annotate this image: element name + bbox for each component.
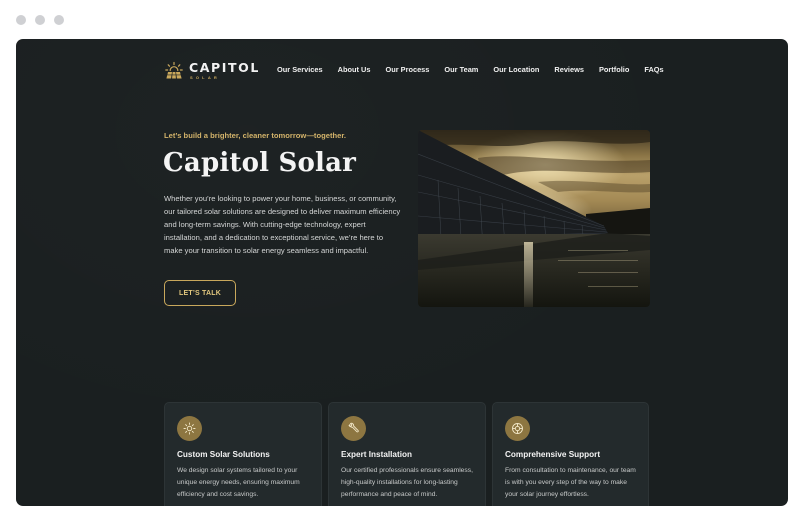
nav-reviews[interactable]: Reviews	[554, 65, 584, 74]
hero-tagline: Let’s build a brighter, cleaner tomorrow…	[164, 131, 346, 140]
window-maximize-dot[interactable]	[54, 15, 64, 25]
feature-card-expert-installation: Expert Installation Our certified profes…	[328, 402, 486, 506]
logo-title: CAPITOL	[189, 60, 260, 76]
logo[interactable]: CAPITOL SOLAR	[164, 61, 260, 81]
nav-our-team[interactable]: Our Team	[444, 65, 478, 74]
site-header: CAPITOL SOLAR Our Services About Us Our …	[164, 57, 664, 85]
nav-our-location[interactable]: Our Location	[493, 65, 539, 74]
solar-panel-sun-icon	[165, 61, 183, 79]
nav-faqs[interactable]: FAQs	[644, 65, 663, 74]
window-minimize-dot[interactable]	[35, 15, 45, 25]
feature-description: From consultation to maintenance, our te…	[505, 467, 636, 499]
wrench-icon	[341, 416, 366, 441]
features-section: Custom Solar Solutions We design solar s…	[164, 402, 649, 506]
feature-description: Our certified professionals ensure seaml…	[341, 467, 473, 499]
nav-about-us[interactable]: About Us	[338, 65, 371, 74]
sun-icon	[177, 416, 202, 441]
feature-description: We design solar systems tailored to your…	[177, 467, 300, 499]
hero-image	[418, 130, 650, 307]
logo-subtitle: SOLAR	[190, 74, 220, 80]
main-nav: Our Services About Us Our Process Our Te…	[277, 65, 664, 74]
feature-title: Comprehensive Support	[505, 450, 601, 459]
lets-talk-button[interactable]: LET’S TALK	[164, 280, 236, 306]
hero-title: Capitol Solar	[163, 148, 357, 178]
hero-description: Whether you’re looking to power your hom…	[164, 194, 401, 255]
nav-our-services[interactable]: Our Services	[277, 65, 323, 74]
feature-title: Custom Solar Solutions	[177, 450, 270, 459]
feature-card-custom-solar: Custom Solar Solutions We design solar s…	[164, 402, 322, 506]
nav-portfolio[interactable]: Portfolio	[599, 65, 629, 74]
window-controls	[16, 15, 64, 25]
feature-card-comprehensive-support: Comprehensive Support From consultation …	[492, 402, 649, 506]
browser-viewport: CAPITOL SOLAR Our Services About Us Our …	[16, 39, 788, 506]
window-close-dot[interactable]	[16, 15, 26, 25]
nav-our-process[interactable]: Our Process	[385, 65, 429, 74]
solar-panels-sunset-image	[418, 130, 650, 307]
logo-text: CAPITOL SOLAR	[189, 62, 260, 80]
feature-title: Expert Installation	[341, 450, 412, 459]
lifebuoy-icon	[505, 416, 530, 441]
